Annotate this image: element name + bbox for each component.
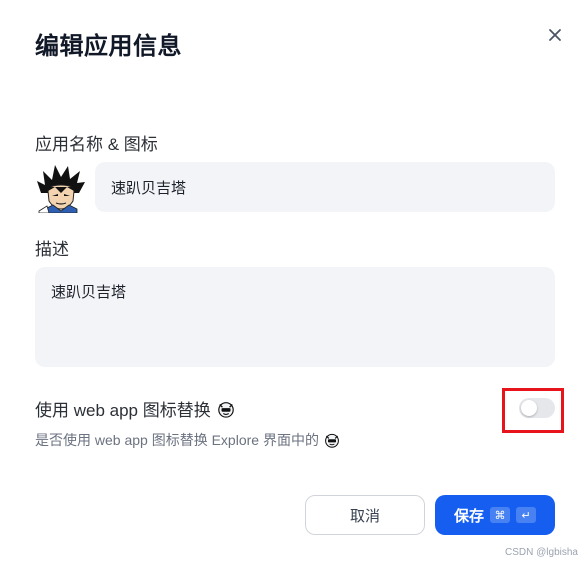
webapp-icon-label: 使用 web app 图标替换 — [35, 396, 235, 421]
app-name-label: 应用名称 & 图标 — [35, 135, 158, 154]
edit-app-info-dialog: 编辑应用信息 应用名称 & 图标 速趴贝吉塔 描述 速趴贝吉塔 使用 web a… — [0, 0, 582, 564]
robot-face-icon — [217, 401, 234, 418]
save-button-label: 保存 — [453, 507, 484, 525]
watermark: CSDN @lgbisha — [505, 547, 578, 558]
description-textarea[interactable]: 速趴贝吉塔 — [35, 267, 555, 367]
toggle-knob — [521, 400, 537, 416]
command-key-icon: ⌘ — [490, 507, 510, 523]
webapp-icon-hint: 是否使用 web app 图标替换 Explore 界面中的 — [35, 430, 340, 450]
app-name-value: 速趴贝吉塔 — [111, 179, 187, 197]
vegeta-avatar-icon[interactable] — [35, 163, 87, 214]
description-value: 速趴贝吉塔 — [51, 284, 127, 301]
webapp-icon-label-text: 使用 web app 图标替换 — [35, 401, 211, 420]
webapp-icon-hint-text: 是否使用 web app 图标替换 Explore 界面中的 — [35, 432, 319, 448]
webapp-icon-toggle[interactable] — [519, 398, 555, 418]
cancel-button-label: 取消 — [349, 507, 380, 525]
close-button[interactable] — [544, 24, 566, 46]
dialog-title: 编辑应用信息 — [35, 33, 182, 60]
robot-face-icon — [325, 433, 339, 448]
close-icon — [549, 29, 561, 41]
description-label: 描述 — [35, 240, 69, 259]
enter-key-icon: ↵ — [516, 507, 536, 523]
save-button[interactable]: 保存 ⌘ ↵ — [435, 495, 555, 535]
app-name-input[interactable]: 速趴贝吉塔 — [95, 162, 555, 212]
cancel-button[interactable]: 取消 — [305, 495, 425, 535]
